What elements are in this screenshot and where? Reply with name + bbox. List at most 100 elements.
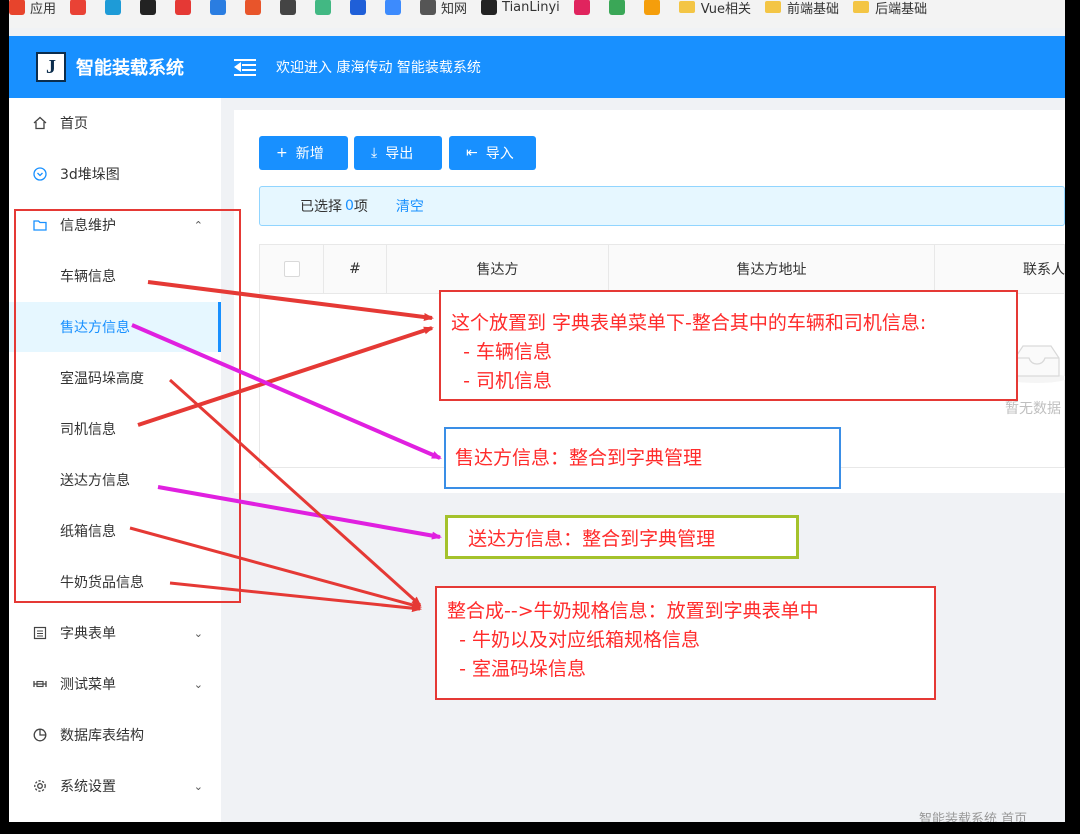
welcome-text: 欢迎进入 康海传动 智能装载系统 xyxy=(276,60,481,76)
cursor-icon xyxy=(280,0,297,15)
add-button-label: 新增 xyxy=(295,146,324,162)
bootstrap-icon xyxy=(350,0,367,15)
sidebar-item[interactable]: 字典表单 ⌄ xyxy=(9,608,221,658)
import-icon: ⇤ xyxy=(466,145,478,161)
sidebar-item-label: 首页 xyxy=(60,116,88,132)
download-icon: ⤓ xyxy=(371,145,378,161)
table-header: # 售达方 售达方地址 联系人 xyxy=(259,244,1065,294)
sidebar-item[interactable]: 首页 xyxy=(9,98,221,148)
bookmark-item[interactable] xyxy=(245,0,266,21)
sidebar-item-label: 字典表单 xyxy=(60,626,116,642)
sidebar-item-label: 数据库表结构 xyxy=(60,728,144,744)
c-icon xyxy=(245,0,262,15)
php-icon xyxy=(573,0,590,15)
apps-grid-icon xyxy=(9,0,25,15)
sidebar-item-label: 3d堆垛图 xyxy=(60,167,120,183)
sidebar-item-label: 测试菜单 xyxy=(60,677,116,693)
sidebar-item[interactable]: 测试菜单 ⌄ xyxy=(9,659,221,709)
column-header-customer: 售达方 xyxy=(387,245,609,293)
pie-icon xyxy=(33,728,47,742)
chrome-icon xyxy=(70,0,87,15)
tool-icon xyxy=(33,677,47,691)
empty-text: 暂无数据 xyxy=(1005,401,1061,417)
import-button-label: 导入 xyxy=(485,146,514,162)
annotation-note-customer: 售达方信息：整合到字典管理 xyxy=(444,427,841,489)
bilibili-icon xyxy=(105,0,122,15)
menu-fold-icon[interactable] xyxy=(234,58,256,76)
bookmark-label: 前端基础 xyxy=(787,1,840,17)
bookmark-item[interactable]: 应用 xyxy=(9,0,56,21)
sidebar-item-label: 系统设置 xyxy=(60,779,116,795)
home-icon xyxy=(33,116,47,130)
list-icon xyxy=(33,626,47,640)
globe-icon xyxy=(420,0,437,15)
vue-icon xyxy=(315,0,332,15)
folder-icon xyxy=(678,1,695,13)
footer-text: 智能装载系统 首页 xyxy=(919,812,1028,822)
bookmark-label: 后端基础 xyxy=(875,1,928,17)
blocks-icon xyxy=(643,0,660,15)
selection-alert: 已选择 0 项 清空 xyxy=(259,186,1065,226)
bookmark-label: Vue相关 xyxy=(700,1,752,17)
chevron-down-icon: ⌄ xyxy=(193,779,203,793)
bookmark-item[interactable] xyxy=(280,0,301,21)
circle-chevron-icon xyxy=(33,167,47,181)
column-header-index: # xyxy=(324,245,387,293)
annotation-group-box xyxy=(14,209,241,603)
annotation-note-milk: 整合成-->牛奶规格信息：放置到字典表单中 - 牛奶以及对应纸箱规格信息 - 室… xyxy=(435,586,936,700)
bookmark-item[interactable] xyxy=(573,0,595,21)
import-button[interactable]: ⇤ 导入 xyxy=(449,136,536,170)
add-button[interactable]: + 新增 xyxy=(259,136,348,170)
bookmark-item[interactable]: 后端基础 xyxy=(853,0,927,21)
selection-prefix: 已选择 xyxy=(300,199,342,215)
bookmark-label: 知网 xyxy=(441,1,468,17)
export-button[interactable]: ⤓ 导出 xyxy=(354,136,442,170)
notion-icon xyxy=(481,0,498,15)
bookmark-item[interactable]: 知网 xyxy=(420,0,467,21)
bookmark-item[interactable] xyxy=(315,0,336,21)
export-button-label: 导出 xyxy=(385,146,414,162)
bookmark-item[interactable]: TianLinyi xyxy=(481,0,560,21)
select-all-checkbox[interactable] xyxy=(283,261,300,277)
bookmark-label: 应用 xyxy=(30,1,57,17)
bookmarks-bar: 应用 知网 TianLinyi Vue相关 前端基础 后端基础 xyxy=(9,0,1065,28)
chevron-down-icon: ⌄ xyxy=(193,626,203,640)
selection-count: 0 xyxy=(345,198,354,214)
column-header-contact: 联系人 xyxy=(1023,262,1065,278)
bookmark-item[interactable] xyxy=(608,0,630,21)
plus-icon: + xyxy=(276,145,288,161)
column-header-address: 售达方地址 xyxy=(609,245,935,293)
sidebar-item[interactable]: 数据库表结构 xyxy=(9,710,221,760)
top-header: J 智能装载系统 欢迎进入 康海传动 智能装载系统 xyxy=(9,36,1065,98)
app-title: 智能装载系统 xyxy=(76,58,184,79)
chevron-down-icon: ⌄ xyxy=(193,677,203,691)
bookmark-item[interactable] xyxy=(175,0,196,21)
bookmark-item[interactable] xyxy=(385,0,406,21)
bookmark-item[interactable] xyxy=(643,0,665,21)
bookmark-item[interactable] xyxy=(140,0,161,21)
bookmark-item[interactable] xyxy=(70,0,91,21)
gear-icon xyxy=(33,779,47,793)
sidebar-item[interactable]: 3d堆垛图 xyxy=(9,149,221,199)
logo-letter: J xyxy=(46,55,56,78)
selection-suffix: 项 xyxy=(353,199,368,215)
bookmark-item[interactable] xyxy=(105,0,126,21)
annotation-note-receiver: 送达方信息：整合到字典管理 xyxy=(445,515,799,559)
clear-selection-link[interactable]: 清空 xyxy=(396,196,424,216)
bookmark-item[interactable] xyxy=(210,0,231,21)
bookmark-item[interactable]: 前端基础 xyxy=(765,0,839,21)
g-icon xyxy=(175,0,192,15)
app-logo: J xyxy=(36,52,66,82)
leaf-icon xyxy=(608,0,625,15)
webstorm-icon xyxy=(210,0,227,15)
sidebar-item[interactable]: 系统设置 ⌄ xyxy=(9,761,221,811)
layers-icon xyxy=(385,0,402,15)
bookmark-item[interactable]: Vue相关 xyxy=(678,0,752,21)
annotation-note-vehicle-driver: 这个放置到 字典表单菜单下-整合其中的车辆和司机信息: - 车辆信息 - 司机信… xyxy=(439,290,1018,401)
folder-icon xyxy=(765,1,782,13)
bookmark-label: TianLinyi xyxy=(502,0,560,15)
github-icon xyxy=(140,0,157,15)
bookmark-item[interactable] xyxy=(350,0,371,21)
select-all-cell xyxy=(260,245,324,293)
folder-icon xyxy=(853,1,870,13)
